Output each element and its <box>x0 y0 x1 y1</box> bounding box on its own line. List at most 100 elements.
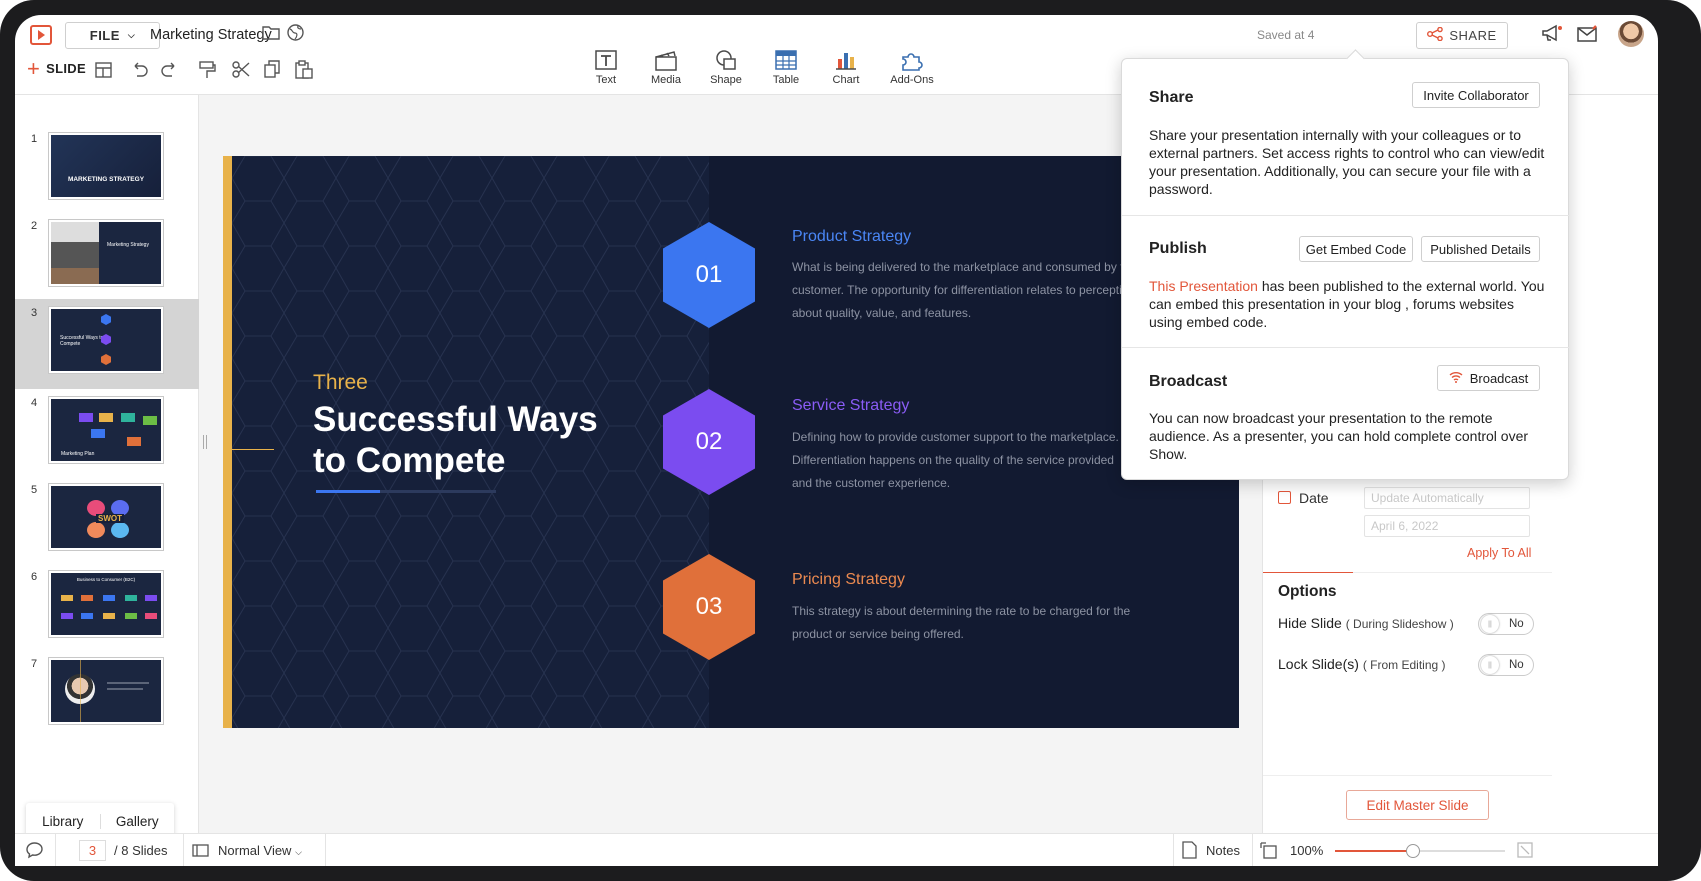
notes-button[interactable]: Notes <box>1206 843 1240 858</box>
toggle-label: No <box>1509 618 1524 630</box>
cut-icon[interactable] <box>232 61 250 78</box>
table-icon <box>775 50 797 70</box>
get-embed-code-button[interactable]: Get Embed Code <box>1299 236 1413 262</box>
thumbnail-card <box>81 595 93 601</box>
thumbnail-number: 7 <box>31 658 38 670</box>
panel-footer-divider <box>1263 775 1552 776</box>
globe-icon[interactable] <box>287 24 304 41</box>
tab-gallery[interactable]: Gallery <box>99 813 175 829</box>
published-details-button[interactable]: Published Details <box>1421 236 1540 262</box>
thumbnail-card <box>99 413 113 422</box>
slide-title: Successful Ways to Compete <box>313 400 598 480</box>
lock-slide-toggle[interactable]: || No <box>1478 654 1534 676</box>
thumbnail-number: 1 <box>31 133 38 145</box>
app-logo-icon[interactable] <box>30 25 52 45</box>
thumbnail-title: MARKETING STRATEGY <box>67 176 145 183</box>
publish-description: This Presentation has been published to … <box>1149 277 1549 331</box>
format-painter-icon[interactable] <box>199 61 216 79</box>
zoom-slider[interactable] <box>1335 844 1505 858</box>
view-mode-select[interactable]: Normal View ⌵ <box>218 843 302 858</box>
slide-canvas: Three Successful Ways to Compete 01 Prod… <box>199 95 1262 833</box>
thumbnail-5[interactable]: 5 SWOT <box>15 476 199 566</box>
document-title[interactable]: Marketing Strategy <box>150 27 272 43</box>
folder-icon[interactable] <box>262 25 280 40</box>
thumbnail-1[interactable]: 1 MARKETING STRATEGY <box>15 125 199 215</box>
current-slide-input[interactable]: 3 <box>79 840 106 861</box>
slide-accent-bar <box>223 156 232 728</box>
notes-icon[interactable] <box>1182 841 1197 859</box>
thumbnail-title: Business to Consumer (B2C) <box>76 577 136 582</box>
share-button[interactable]: SHARE <box>1416 22 1508 49</box>
megaphone-icon[interactable] <box>1541 24 1563 42</box>
thumbnail-photo <box>51 222 99 284</box>
apply-to-all-link[interactable]: Apply To All <box>1467 546 1531 560</box>
device-frame: FILE ⌵ Marketing Strategy Saved at 4 SHAR… <box>0 0 1701 881</box>
thumbnail-2[interactable]: 2 Marketing Strategy <box>15 212 199 302</box>
separator <box>1252 834 1253 866</box>
chart-tool[interactable]: Chart <box>816 49 876 86</box>
current-slide[interactable]: Three Successful Ways to Compete 01 Prod… <box>223 156 1239 728</box>
thumbnail-number: 5 <box>31 484 38 496</box>
thumbnail-card <box>103 595 115 601</box>
separator <box>1173 834 1174 866</box>
shape-tool[interactable]: Shape <box>696 49 756 86</box>
bar-chart-icon <box>836 53 856 70</box>
thumbnail-title: SWOT <box>96 514 124 523</box>
date-mode-select[interactable]: Update Automatically <box>1364 487 1530 509</box>
thumbnail-title: Marketing Plan <box>61 451 95 457</box>
copy-icon[interactable] <box>264 60 281 79</box>
slide-thumbnails-panel: 1 MARKETING STRATEGY 2 Marketing Strateg… <box>15 95 199 839</box>
table-tool[interactable]: Table <box>756 49 816 86</box>
hexagon-number: 02 <box>695 428 723 455</box>
user-avatar[interactable] <box>1618 21 1644 47</box>
thumbnail-6[interactable]: 6 Business to Consumer (B2C) <box>15 563 199 653</box>
broadcast-heading: Broadcast <box>1149 373 1228 390</box>
layout-icon[interactable] <box>95 62 112 78</box>
addons-tool-label: Add-Ons <box>890 74 934 86</box>
fullscreen-icon[interactable] <box>1517 842 1533 858</box>
share-description: Share your presentation internally with … <box>1149 127 1545 197</box>
item-heading-3: Pricing Strategy <box>792 571 905 588</box>
thumbnail-card <box>145 613 157 619</box>
invite-collaborator-button[interactable]: Invite Collaborator <box>1412 82 1540 108</box>
edit-master-slide-button[interactable]: Edit Master Slide <box>1346 790 1489 820</box>
shape-tool-label: Shape <box>710 74 742 86</box>
share-label: SHARE <box>1449 28 1497 43</box>
mail-icon[interactable] <box>1577 25 1599 42</box>
broadcast-button[interactable]: Broadcast <box>1437 365 1540 391</box>
paste-icon[interactable] <box>295 60 313 79</box>
item-heading-1: Product Strategy <box>792 228 912 245</box>
thumbnail-number: 3 <box>31 307 38 319</box>
zoom-slider-handle[interactable] <box>1406 844 1421 858</box>
hide-slide-toggle[interactable]: || No <box>1478 613 1534 635</box>
addons-tool[interactable]: Add-Ons <box>882 49 942 86</box>
undo-icon[interactable] <box>131 62 148 77</box>
date-checkbox[interactable] <box>1278 491 1291 504</box>
panel-resize-handle[interactable] <box>203 435 207 449</box>
thumbnail-card <box>103 613 115 619</box>
thumbnail-card <box>121 413 135 422</box>
redo-icon[interactable] <box>161 62 178 77</box>
date-value-select[interactable]: April 6, 2022 <box>1364 515 1530 537</box>
text-tool[interactable]: Text <box>576 49 636 86</box>
separator <box>55 834 56 866</box>
thumbnail-card <box>79 413 93 422</box>
thumbnail-hex-orange <box>101 354 111 365</box>
zoom-level: 100% <box>1290 843 1324 858</box>
thumbnail-image <box>48 657 164 725</box>
share-heading: Share <box>1149 89 1194 106</box>
file-menu-button[interactable]: FILE ⌵ <box>65 22 160 49</box>
hide-slide-text: Hide Slide <box>1278 615 1342 631</box>
fit-slide-icon[interactable] <box>1260 842 1277 859</box>
thumbnail-card <box>91 429 105 438</box>
chat-icon[interactable] <box>25 841 44 859</box>
this-presentation-link[interactable]: This Presentation <box>1149 278 1258 294</box>
broadcast-description: You can now broadcast your presentation … <box>1149 410 1529 462</box>
tab-library[interactable]: Library <box>26 814 100 829</box>
thumbnail-7[interactable]: 7 <box>15 650 199 740</box>
thumbnail-3[interactable]: 3 Successful Ways to Compete <box>15 299 199 389</box>
new-slide-button[interactable]: + SLIDE <box>27 57 86 79</box>
media-tool[interactable]: Media <box>636 49 696 86</box>
publish-section: Publish Get Embed Code Published Details… <box>1122 215 1570 347</box>
thumbnail-4[interactable]: 4 Marketing Plan <box>15 389 199 479</box>
